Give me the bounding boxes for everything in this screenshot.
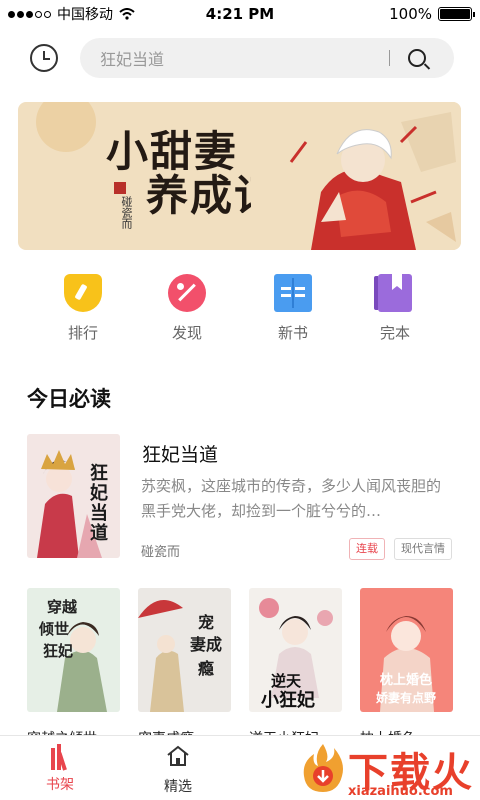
tab-label: 精选: [164, 779, 192, 795]
svg-text:倾世: 倾世: [38, 620, 69, 638]
book-cover: 穿越 倾世 狂妃: [27, 588, 120, 712]
status-bar: 中国移动 4:21 PM 100%: [0, 0, 480, 28]
book-card[interactable]: 枕上婚色 娇妻有点野 枕上婚色: [360, 588, 453, 748]
promo-banner[interactable]: 小甜妻 养成记 碰瓷而: [18, 102, 461, 250]
svg-text:逆天: 逆天: [271, 672, 302, 690]
watermark: 下载火 xiazaihuo.com: [290, 738, 480, 800]
book-cover: 逆天 小狂妃: [249, 588, 342, 712]
category-label: 完本: [379, 324, 410, 342]
seal-stamp-icon: [114, 182, 126, 194]
battery-percent: 100%: [389, 5, 432, 23]
battery-icon: [438, 7, 475, 21]
flame-logo-icon: [303, 744, 343, 792]
svg-text:狂妃: 狂妃: [43, 642, 73, 660]
book-card[interactable]: 逆天 小狂妃 逆天小狂妃: [249, 588, 342, 748]
featured-book-title[interactable]: 狂妃当道: [142, 440, 218, 467]
history-clock-icon[interactable]: [30, 44, 58, 72]
category-discover[interactable]: 发现: [147, 274, 227, 343]
svg-text:穿越: 穿越: [47, 598, 78, 616]
category-label: 发现: [171, 324, 202, 342]
app-screen: 中国移动 4:21 PM 100% 狂妃当道 小甜妻 养成记 碰瓷而 排行 发现…: [0, 0, 480, 800]
banner-decoration: [36, 102, 96, 152]
section-title: 今日必读: [27, 387, 111, 411]
svg-text:枕上婚色: 枕上婚色: [380, 672, 432, 688]
status-tag: 连载: [349, 538, 385, 560]
banner-illustration: [251, 102, 461, 250]
svg-text:妻成: 妻成: [190, 635, 222, 654]
tab-bookshelf[interactable]: 书架: [25, 744, 95, 794]
svg-text:瘾: 瘾: [198, 659, 214, 678]
tab-featured[interactable]: 精选: [143, 744, 213, 796]
bookmark-book-icon: [374, 274, 412, 312]
banner-title-line1: 小甜妻: [106, 127, 239, 176]
bookshelf-icon: [49, 744, 71, 771]
open-book-icon: [274, 274, 312, 312]
featured-book-author: 碰瓷而: [141, 545, 181, 560]
book-cover: 宠 妻成 瘾: [138, 588, 231, 712]
search-divider: [389, 50, 390, 66]
book-card[interactable]: 宠 妻成 瘾 宠妻成瘾: [138, 588, 231, 748]
banner-author: 碰瓷而: [120, 196, 133, 229]
search-icon[interactable]: [408, 49, 426, 67]
featured-book-description: 苏奕枫，这座城市的传奇，多少人闻风丧胆的黑手党大佬，却捡到一个脏兮兮的…: [141, 477, 442, 520]
category-completed[interactable]: 完本: [355, 274, 435, 343]
featured-book-cover[interactable]: 狂妃当道: [27, 434, 120, 558]
trophy-icon: [64, 274, 102, 312]
tab-label: 书架: [46, 777, 74, 793]
category-label: 排行: [67, 324, 98, 342]
category-new-books[interactable]: 新书: [253, 274, 333, 343]
book-cover: 枕上婚色 娇妻有点野: [360, 588, 453, 712]
home-icon: [167, 745, 189, 766]
svg-text:小狂妃: 小狂妃: [261, 689, 315, 711]
genre-tag: 现代言情: [394, 538, 452, 560]
svg-text:娇妻有点野: 娇妻有点野: [375, 690, 436, 705]
discover-icon: [168, 274, 206, 312]
featured-cover-text: 狂妃当道: [90, 463, 108, 544]
category-label: 新书: [277, 324, 308, 342]
svg-text:宠: 宠: [198, 613, 214, 632]
category-rank[interactable]: 排行: [43, 274, 123, 343]
book-card[interactable]: 穿越 倾世 狂妃 穿越之倾世: [27, 588, 120, 748]
search-input[interactable]: 狂妃当道: [80, 38, 454, 78]
watermark-url: xiazaihuo.com: [348, 784, 453, 799]
search-placeholder: 狂妃当道: [100, 50, 165, 69]
